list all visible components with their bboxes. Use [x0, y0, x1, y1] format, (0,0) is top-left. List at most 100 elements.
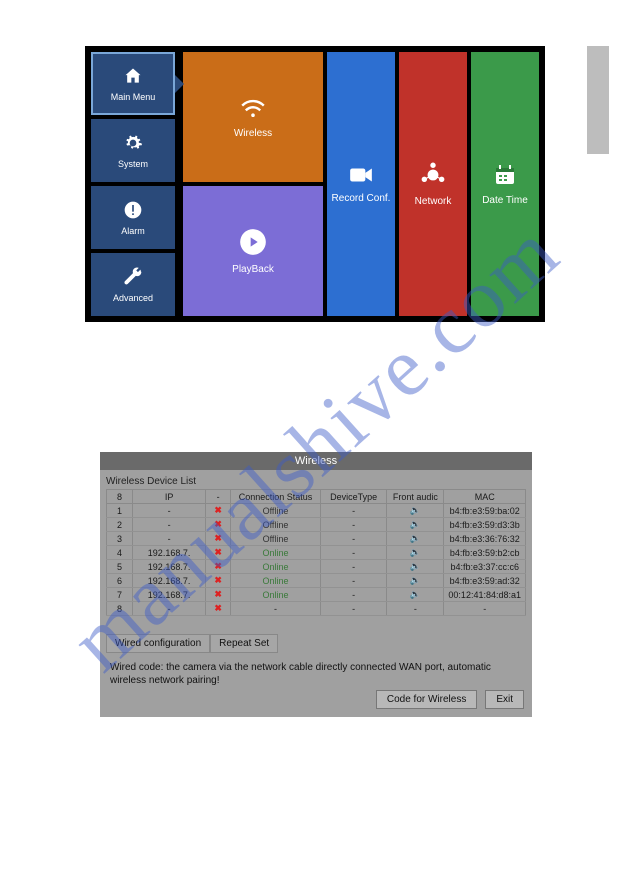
cell-n: 4 — [107, 546, 133, 560]
delete-x-icon: ✖ — [214, 533, 222, 543]
calendar-icon — [493, 163, 517, 187]
tab-repeat-set[interactable]: Repeat Set — [210, 634, 278, 653]
col-audio[interactable]: Front audic — [387, 490, 444, 504]
col-count[interactable]: 8 — [107, 490, 133, 504]
table-row[interactable]: 1-✖Offline-🔈b4:fb:e3:59:ba:02 — [107, 504, 526, 518]
cell-mac: b4:fb:e3:59:ad:32 — [444, 574, 526, 588]
code-for-wireless-button[interactable]: Code for Wireless — [376, 690, 477, 709]
panel-title: Wireless — [100, 452, 532, 470]
camera-icon — [348, 165, 374, 185]
config-tabs: Wired configuration Repeat Set — [106, 634, 526, 653]
delete-x-icon: ✖ — [214, 575, 222, 585]
tile-wireless[interactable]: Wireless — [183, 52, 323, 182]
cell-mac: b4:fb:e3:37:cc:c6 — [444, 560, 526, 574]
cell-audio: 🔈 — [387, 560, 444, 574]
cell-delete[interactable]: ✖ — [206, 546, 231, 560]
wrench-icon — [123, 267, 143, 287]
gear-icon — [123, 133, 143, 153]
table-header-row: 8 IP - Connection Status DeviceType Fron… — [107, 490, 526, 504]
main-menu-panel: Main Menu System Alarm Advanced — [85, 46, 545, 322]
tab-wired-configuration[interactable]: Wired configuration — [106, 634, 210, 653]
speaker-icon: 🔈 — [410, 575, 421, 585]
sidebar-item-label: System — [118, 159, 148, 169]
cell-n: 7 — [107, 588, 133, 602]
sidebar: Main Menu System Alarm Advanced — [85, 46, 179, 322]
sidebar-item-system[interactable]: System — [91, 119, 175, 182]
cell-status: Offline — [231, 504, 321, 518]
cell-audio: 🔈 — [387, 588, 444, 602]
cell-n: 8 — [107, 602, 133, 616]
cell-mac: - — [444, 602, 526, 616]
cell-status: Online — [231, 560, 321, 574]
cell-delete[interactable]: ✖ — [206, 518, 231, 532]
cell-type: - — [320, 532, 386, 546]
table-row[interactable]: 2-✖Offline-🔈b4:fb:e3:59:d3:3b — [107, 518, 526, 532]
cell-status: Online — [231, 546, 321, 560]
sidebar-item-label: Main Menu — [111, 92, 156, 102]
exit-button[interactable]: Exit — [485, 690, 524, 709]
speaker-icon: 🔈 — [410, 533, 421, 543]
cell-mac: b4:fb:e3:59:ba:02 — [444, 504, 526, 518]
network-icon — [420, 162, 446, 188]
table-row[interactable]: 7192.168.7.✖Online-🔈00:12:41:84:d8:a1 — [107, 588, 526, 602]
col-ip[interactable]: IP — [132, 490, 205, 504]
cell-ip: - — [132, 602, 205, 616]
speaker-icon: 🔈 — [410, 505, 421, 515]
info-text: Wired code: the camera via the network c… — [110, 661, 522, 687]
tile-record-conf[interactable]: Record Conf. — [327, 52, 395, 316]
speaker-icon: 🔈 — [410, 547, 421, 557]
col-status[interactable]: Connection Status — [231, 490, 321, 504]
cell-status: - — [231, 602, 321, 616]
cell-ip: 192.168.7. — [132, 574, 205, 588]
sidebar-item-label: Alarm — [121, 226, 145, 236]
tile-playback[interactable]: PlayBack — [183, 186, 323, 316]
tile-network[interactable]: Network — [399, 52, 467, 316]
tile-grid: Wireless PlayBack Record Conf. Network — [179, 46, 545, 322]
table-row[interactable]: 3-✖Offline-🔈b4:fb:e3:36:76:32 — [107, 532, 526, 546]
alert-icon — [123, 200, 143, 220]
cell-audio: 🔈 — [387, 504, 444, 518]
cell-ip: 192.168.7. — [132, 560, 205, 574]
sidebar-item-label: Advanced — [113, 293, 153, 303]
cell-audio: 🔈 — [387, 518, 444, 532]
device-list-label: Wireless Device List — [100, 470, 532, 489]
table-row[interactable]: 8-✖---- — [107, 602, 526, 616]
wifi-icon — [238, 96, 268, 120]
tile-label: PlayBack — [232, 264, 274, 275]
cell-ip: - — [132, 504, 205, 518]
cell-n: 6 — [107, 574, 133, 588]
cell-audio: 🔈 — [387, 532, 444, 546]
chevron-right-icon — [175, 75, 184, 93]
sidebar-item-main-menu[interactable]: Main Menu — [91, 52, 175, 115]
cell-type: - — [320, 504, 386, 518]
cell-status: Online — [231, 588, 321, 602]
cell-mac: b4:fb:e3:59:b2:cb — [444, 546, 526, 560]
cell-mac: 00:12:41:84:d8:a1 — [444, 588, 526, 602]
delete-x-icon: ✖ — [214, 561, 222, 571]
button-row: Code for Wireless Exit — [376, 690, 524, 709]
play-icon — [239, 228, 267, 256]
cell-status: Offline — [231, 518, 321, 532]
table-row[interactable]: 6192.168.7.✖Online-🔈b4:fb:e3:59:ad:32 — [107, 574, 526, 588]
cell-n: 2 — [107, 518, 133, 532]
col-mac[interactable]: MAC — [444, 490, 526, 504]
cell-audio: 🔈 — [387, 546, 444, 560]
cell-delete[interactable]: ✖ — [206, 574, 231, 588]
table-row[interactable]: 5192.168.7.✖Online-🔈b4:fb:e3:37:cc:c6 — [107, 560, 526, 574]
device-table: 8 IP - Connection Status DeviceType Fron… — [106, 489, 526, 616]
tile-datetime[interactable]: Date Time — [471, 52, 539, 316]
sidebar-item-advanced[interactable]: Advanced — [91, 253, 175, 316]
cell-delete[interactable]: ✖ — [206, 602, 231, 616]
cell-delete[interactable]: ✖ — [206, 532, 231, 546]
cell-delete[interactable]: ✖ — [206, 504, 231, 518]
home-icon — [122, 66, 144, 86]
tile-label: Wireless — [234, 128, 272, 139]
cell-ip: 192.168.7. — [132, 546, 205, 560]
col-type[interactable]: DeviceType — [320, 490, 386, 504]
col-del[interactable]: - — [206, 490, 231, 504]
table-row[interactable]: 4192.168.7.✖Online-🔈b4:fb:e3:59:b2:cb — [107, 546, 526, 560]
cell-delete[interactable]: ✖ — [206, 560, 231, 574]
cell-delete[interactable]: ✖ — [206, 588, 231, 602]
sidebar-item-alarm[interactable]: Alarm — [91, 186, 175, 249]
cell-type: - — [320, 574, 386, 588]
